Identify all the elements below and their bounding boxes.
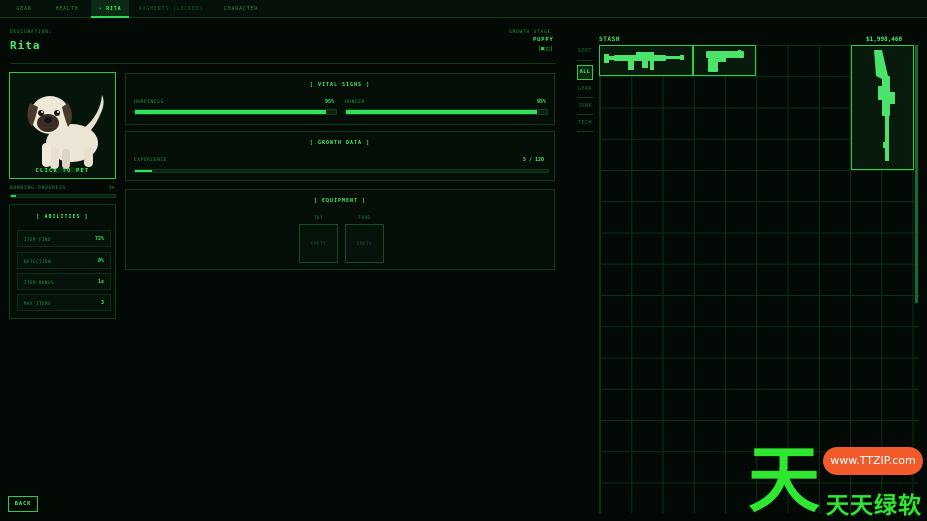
vital-signs-panel: [ VITAL SIGNS ] HAPPINESS 95% HUNGER 95%: [125, 73, 555, 125]
ability-value: 8%: [97, 258, 104, 264]
bonding-progress-label: BONDING PROGRESS: [10, 186, 67, 191]
happiness-label: HAPPINESS: [134, 100, 164, 105]
pistol-icon: [706, 50, 744, 72]
happiness-fill: [135, 110, 326, 114]
back-button[interactable]: BACK: [8, 496, 38, 512]
toy-slot-label: TOY: [313, 215, 324, 220]
ability-value: 1x: [97, 279, 104, 285]
sort-divider: [577, 131, 593, 132]
experience-value: 5 / 120: [523, 157, 545, 163]
hunger-value: 95%: [537, 99, 547, 105]
growth-stage-label: GROWTH STAGE: [509, 30, 552, 35]
pet-portrait[interactable]: CLICK TO PET: [9, 72, 116, 179]
ability-name: DETECTION: [24, 259, 52, 264]
sort-label: SORT: [577, 48, 593, 54]
bonding-progress-fill: [11, 195, 17, 197]
ability-row: MAX ITEMS 3: [17, 294, 111, 311]
stash-item-rifle[interactable]: [851, 45, 914, 170]
watermark-url: www.TTZIP.com: [823, 447, 923, 475]
sort-divider: [577, 60, 593, 61]
sort-divider: [577, 114, 593, 115]
tab-gear[interactable]: GEAR: [6, 0, 42, 18]
sort-junk-button[interactable]: JUNK: [577, 103, 593, 109]
watermark-logo: 天: [748, 438, 821, 521]
growth-data-panel: [ GROWTH DATA ] EXPERIENCE 5 / 120: [125, 131, 555, 181]
experience-fill: [135, 170, 153, 172]
happiness-bar: [134, 109, 337, 115]
top-tab-bar: GEAR HEALTH › RITA AUGMENTS (LOCKED) CHA…: [0, 0, 927, 18]
rifle-icon: [874, 50, 895, 161]
stash-item-pistol[interactable]: [693, 45, 756, 76]
abilities-title: [ ABILITIES ]: [36, 214, 89, 220]
pet-name: Rita: [10, 39, 41, 52]
stash-item-smg[interactable]: [599, 45, 693, 76]
ability-row: ITEM FIND 72%: [17, 230, 111, 247]
growth-data-title: [ GROWTH DATA ]: [309, 140, 371, 146]
toy-slot-empty: EMPTY: [310, 241, 327, 246]
stash-title: STASH: [599, 36, 621, 43]
tab-augments[interactable]: AUGMENTS (LOCKED): [134, 0, 208, 18]
hunger-bar: [345, 109, 548, 115]
smg-icon: [604, 52, 684, 70]
growth-stage-value: PUPPY: [533, 37, 554, 43]
tab-rita[interactable]: › RITA: [91, 0, 129, 18]
equipment-title: [ EQUIPMENT ]: [313, 198, 367, 204]
abilities-panel: [ ABILITIES ] ITEM FIND 72% DETECTION 8%…: [9, 204, 116, 319]
experience-bar: [134, 169, 549, 173]
click-to-pet-label: CLICK TO PET: [35, 168, 90, 174]
stash-scrollbar[interactable]: [915, 45, 918, 303]
bonding-progress-bar: [10, 194, 116, 198]
vital-signs-title: [ VITAL SIGNS ]: [309, 82, 371, 88]
money-display: $1,998,460: [866, 36, 903, 43]
food-slot-label: FOOD: [358, 215, 371, 220]
watermark-text: 天天绿软: [826, 493, 922, 519]
bonding-progress-value: 5%: [109, 186, 115, 191]
tab-health[interactable]: HEALTH: [46, 0, 88, 18]
ability-name: ITEM FIND: [24, 237, 52, 242]
food-slot[interactable]: EMPTY: [345, 224, 384, 263]
ability-value: 72%: [94, 236, 104, 242]
designation-label: DESIGNATION:: [10, 30, 53, 35]
tab-character[interactable]: CHARACTER: [214, 0, 268, 18]
experience-label: EXPERIENCE: [134, 158, 168, 163]
growth-stage-pips: [■□□]: [538, 46, 554, 52]
ability-value: 3: [100, 300, 104, 306]
ability-row: DETECTION 8%: [17, 252, 111, 269]
sort-divider: [577, 97, 593, 98]
hunger-fill: [346, 110, 537, 114]
sort-gear-button[interactable]: GEAR: [577, 86, 593, 92]
toy-slot[interactable]: EMPTY: [299, 224, 338, 263]
ability-name: MAX ITEMS: [24, 301, 52, 306]
sort-all-button[interactable]: ALL: [577, 65, 593, 80]
header-divider: [10, 63, 556, 64]
equipment-panel: [ EQUIPMENT ] TOY EMPTY FOOD EMPTY: [125, 189, 555, 270]
food-slot-empty: EMPTY: [356, 241, 373, 246]
ability-name: ITEM BONUS: [24, 280, 55, 285]
sort-tech-button[interactable]: TECH: [577, 120, 593, 126]
hunger-label: HUNGER: [345, 100, 365, 105]
ability-row: ITEM BONUS 1x: [17, 273, 111, 290]
puppy-icon: [27, 95, 104, 173]
happiness-value: 95%: [325, 99, 335, 105]
